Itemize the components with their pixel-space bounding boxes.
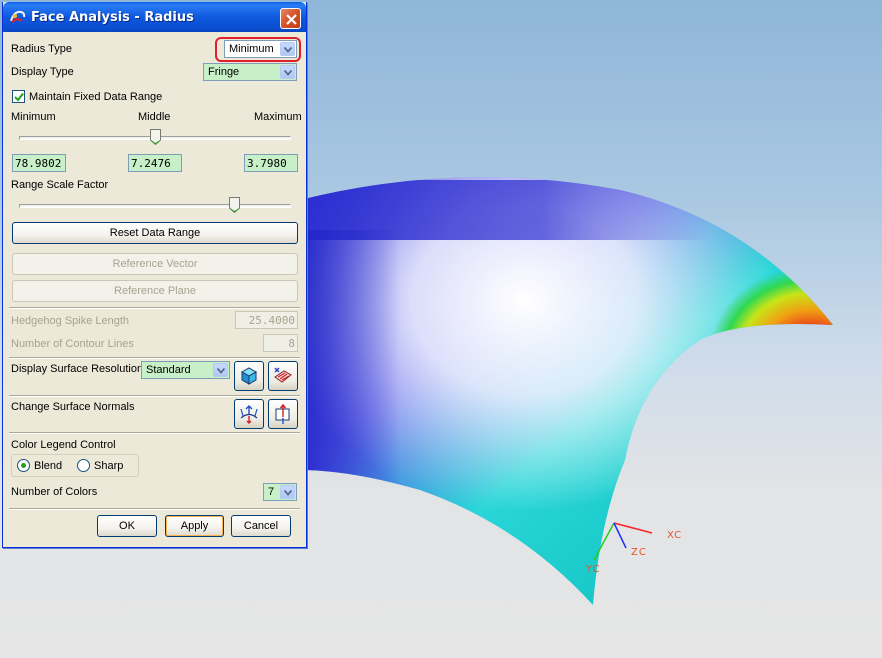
cancel-button[interactable]: Cancel xyxy=(231,515,291,537)
contour-lines-field[interactable]: 8 xyxy=(263,334,298,352)
face-analysis-dialog: Face Analysis - Radius Radius Type Minim… xyxy=(2,2,307,548)
radius-type-label: Radius Type xyxy=(11,43,72,55)
range-max-label: Maximum xyxy=(254,111,302,123)
specify-normal-button[interactable] xyxy=(268,399,298,429)
surface-resolution-label: Display Surface Resolution xyxy=(11,363,144,375)
separator xyxy=(9,508,300,510)
check-icon xyxy=(14,92,24,102)
display-type-value: Fringe xyxy=(208,66,240,78)
hedgehog-label: Hedgehog Spike Length xyxy=(11,315,130,327)
contour-lines-label: Number of Contour Lines xyxy=(11,338,134,350)
chevron-down-icon xyxy=(284,70,292,76)
chevron-down-icon xyxy=(284,47,292,53)
blend-radio[interactable] xyxy=(17,459,30,472)
hatched-surface-icon xyxy=(274,367,292,383)
scale-slider-track[interactable] xyxy=(19,204,291,208)
separator xyxy=(9,395,300,397)
specify-normal-icon xyxy=(275,403,290,424)
radius-type-select[interactable]: Minimum xyxy=(224,40,297,58)
separator xyxy=(9,357,300,359)
scale-factor-label: Range Scale Factor xyxy=(11,179,109,191)
shaded-cube-icon xyxy=(240,367,258,385)
reference-vector-button[interactable]: Reference Vector xyxy=(12,253,298,275)
reset-data-range-button[interactable]: Reset Data Range xyxy=(12,222,298,244)
reverse-normals-button[interactable] xyxy=(234,399,264,429)
reference-plane-button[interactable]: Reference Plane xyxy=(12,280,298,302)
triad-yc-label: YC xyxy=(585,564,601,575)
app-icon xyxy=(9,9,27,25)
dialog-title: Face Analysis - Radius xyxy=(31,10,194,25)
blend-label: Blend xyxy=(34,460,63,472)
sharp-radio[interactable] xyxy=(77,459,90,472)
separator xyxy=(9,432,300,434)
shaded-display-button[interactable] xyxy=(234,361,264,391)
radius-type-value: Minimum xyxy=(229,43,274,55)
range-slider-thumb[interactable] xyxy=(150,129,161,145)
ok-button[interactable]: OK xyxy=(97,515,157,537)
radius-type-dropdown-button[interactable] xyxy=(280,42,295,56)
number-of-colors-label: Number of Colors xyxy=(11,486,98,498)
chevron-down-icon xyxy=(217,368,225,374)
triad-xc-label: XC xyxy=(667,530,682,541)
scale-slider-thumb[interactable] xyxy=(229,197,240,213)
display-type-label: Display Type xyxy=(11,66,74,78)
apply-button[interactable]: Apply xyxy=(165,515,224,537)
separator xyxy=(9,307,300,309)
chevron-down-icon xyxy=(284,490,292,496)
close-button[interactable] xyxy=(280,8,301,29)
legend-control-label: Color Legend Control xyxy=(11,439,116,451)
display-type-select[interactable]: Fringe xyxy=(203,63,297,81)
hedgehog-field[interactable]: 25.4000 xyxy=(235,311,298,329)
surface-resolution-select[interactable]: Standard xyxy=(141,361,230,379)
display-type-dropdown-button[interactable] xyxy=(280,65,295,79)
reverse-normals-icon xyxy=(240,405,258,424)
number-of-colors-select[interactable]: 7 xyxy=(263,483,297,501)
maintain-range-label: Maintain Fixed Data Range xyxy=(29,91,163,103)
maintain-range-checkbox[interactable] xyxy=(12,90,25,103)
range-mid-field[interactable]: 7.2476 xyxy=(128,154,182,172)
close-icon xyxy=(286,14,297,25)
surface-normals-label: Change Surface Normals xyxy=(11,401,135,413)
surface-resolution-value: Standard xyxy=(146,364,191,376)
surface-display-settings-button[interactable] xyxy=(268,361,298,391)
range-min-field[interactable]: 78.9802 xyxy=(12,154,66,172)
radio-selected-dot xyxy=(21,463,26,468)
sharp-label: Sharp xyxy=(94,460,124,472)
range-mid-label: Middle xyxy=(138,111,171,123)
number-of-colors-dropdown-button[interactable] xyxy=(280,485,295,499)
number-of-colors-value: 7 xyxy=(268,486,275,498)
title-bar[interactable]: Face Analysis - Radius xyxy=(3,2,306,32)
range-min-label: Minimum xyxy=(11,111,56,123)
triad-zc-label: ZC xyxy=(631,547,647,558)
range-max-field[interactable]: 3.7980 xyxy=(244,154,298,172)
surface-resolution-dropdown-button[interactable] xyxy=(213,363,228,377)
